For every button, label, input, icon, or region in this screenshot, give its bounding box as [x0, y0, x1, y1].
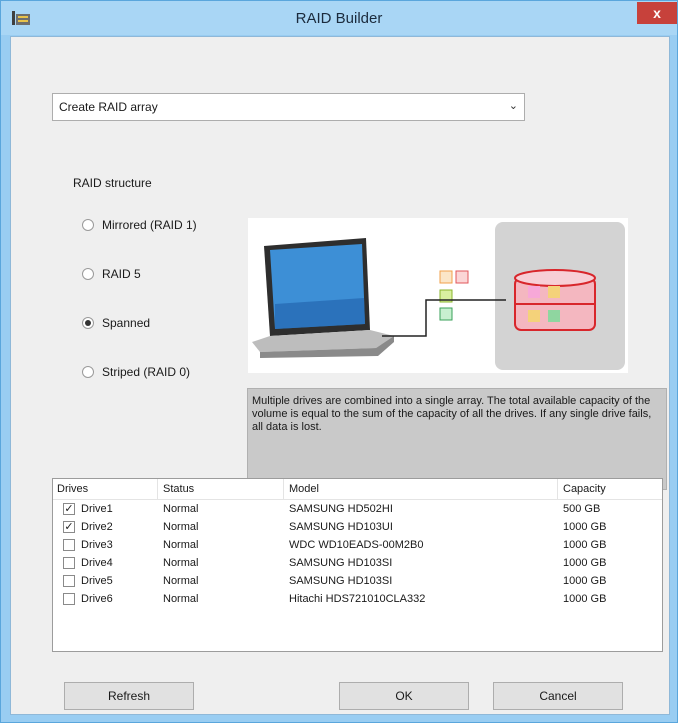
radio-button[interactable]: [82, 219, 94, 231]
drive-status: Normal: [163, 593, 199, 605]
raid-structure-label: RAID structure: [73, 176, 152, 190]
drive-list: Drives Status Model Capacity ✓ Drive1 Norm…: [52, 478, 663, 652]
mode-dropdown-value: Create RAID array: [59, 100, 158, 114]
drive-capacity: 1000 GB: [563, 575, 607, 587]
checkbox-checked[interactable]: ✓: [63, 521, 75, 533]
drive-capacity: 1000 GB: [563, 521, 607, 533]
radio-button-selected[interactable]: [82, 317, 94, 329]
radio-label: Striped (RAID 0): [102, 365, 191, 379]
mode-dropdown[interactable]: Create RAID array ⌄: [52, 93, 525, 121]
drive-name: Drive5: [81, 575, 113, 587]
drive-name: Drive2: [81, 521, 113, 533]
chevron-down-icon: ⌄: [508, 100, 518, 112]
column-header-drives[interactable]: Drives: [57, 483, 88, 495]
drive-name: Drive4: [81, 557, 113, 569]
close-icon: x: [653, 5, 661, 21]
title-bar[interactable]: RAID Builder x: [1, 1, 677, 35]
column-header-model[interactable]: Model: [289, 483, 319, 495]
drive-name: Drive1: [81, 503, 113, 515]
drive-model: Hitachi HDS721010CLA332: [289, 593, 426, 605]
radio-striped[interactable]: Striped (RAID 0): [82, 363, 190, 381]
drive-model: SAMSUNG HD103SI: [289, 557, 393, 569]
laptop-icon: [252, 238, 394, 358]
checkbox[interactable]: [63, 557, 75, 569]
data-blocks-icon: [439, 270, 469, 321]
drive-name: Drive6: [81, 593, 113, 605]
drive-capacity: 1000 GB: [563, 557, 607, 569]
drive-status: Normal: [163, 557, 199, 569]
drive-status: Normal: [163, 539, 199, 551]
list-header: Drives Status Model Capacity: [53, 479, 662, 500]
close-button[interactable]: x: [637, 2, 677, 24]
checkbox[interactable]: [63, 593, 75, 605]
table-row[interactable]: ✓ Drive1 Normal SAMSUNG HD502HI 500 GB: [53, 501, 662, 519]
radio-label: RAID 5: [102, 267, 141, 281]
radio-button[interactable]: [82, 366, 94, 378]
cancel-button[interactable]: Cancel: [493, 682, 623, 710]
drive-status: Normal: [163, 503, 199, 515]
raid-illustration: [252, 238, 596, 358]
drive-name: Drive3: [81, 539, 113, 551]
refresh-button[interactable]: Refresh: [64, 682, 194, 710]
table-row[interactable]: Drive5 Normal SAMSUNG HD103SI 1000 GB: [53, 573, 662, 591]
dialog-body: Create RAID array ⌄ RAID structure Mirro…: [10, 36, 670, 715]
drive-model: SAMSUNG HD103UI: [289, 521, 393, 533]
drive-model: WDC WD10EADS-00M2B0: [289, 539, 424, 551]
drive-capacity: 1000 GB: [563, 593, 607, 605]
radio-raid5[interactable]: RAID 5: [82, 265, 141, 283]
raid-structure-group: RAID structure Mirrored (RAID 1) RAID 5 …: [67, 168, 667, 490]
drive-status: Normal: [163, 521, 199, 533]
column-header-status[interactable]: Status: [163, 483, 194, 495]
drive-model: SAMSUNG HD502HI: [289, 503, 393, 515]
table-row[interactable]: ✓ Drive2 Normal SAMSUNG HD103UI 1000 GB: [53, 519, 662, 537]
drive-model: SAMSUNG HD103SI: [289, 575, 393, 587]
table-row[interactable]: Drive6 Normal Hitachi HDS721010CLA332 1000 …: [53, 591, 662, 609]
radio-spanned[interactable]: Spanned: [82, 314, 150, 332]
checkbox[interactable]: [63, 539, 75, 551]
radio-label: Mirrored (RAID 1): [102, 218, 197, 232]
drive-capacity: 1000 GB: [563, 539, 607, 551]
radio-button[interactable]: [82, 268, 94, 280]
raid-diagram: [248, 218, 628, 373]
column-header-capacity[interactable]: Capacity: [563, 483, 606, 495]
drive-status: Normal: [163, 575, 199, 587]
table-row[interactable]: Drive3 Normal WDC WD10EADS-00M2B0 1000 GB: [53, 537, 662, 555]
checkbox[interactable]: [63, 575, 75, 587]
window-title: RAID Builder: [295, 10, 383, 27]
radio-label: Spanned: [102, 316, 151, 330]
disk-stack-icon: [514, 269, 596, 331]
radio-mirrored[interactable]: Mirrored (RAID 1): [82, 216, 197, 234]
raid-builder-window: RAID Builder x Create RAID array ⌄ RAID …: [0, 0, 678, 723]
ok-button[interactable]: OK: [339, 682, 469, 710]
drive-capacity: 500 GB: [563, 503, 601, 515]
raid-description: Multiple drives are combined into a sing…: [247, 388, 667, 490]
checkbox-checked[interactable]: ✓: [63, 503, 75, 515]
table-row[interactable]: Drive4 Normal SAMSUNG HD103SI 1000 GB: [53, 555, 662, 573]
